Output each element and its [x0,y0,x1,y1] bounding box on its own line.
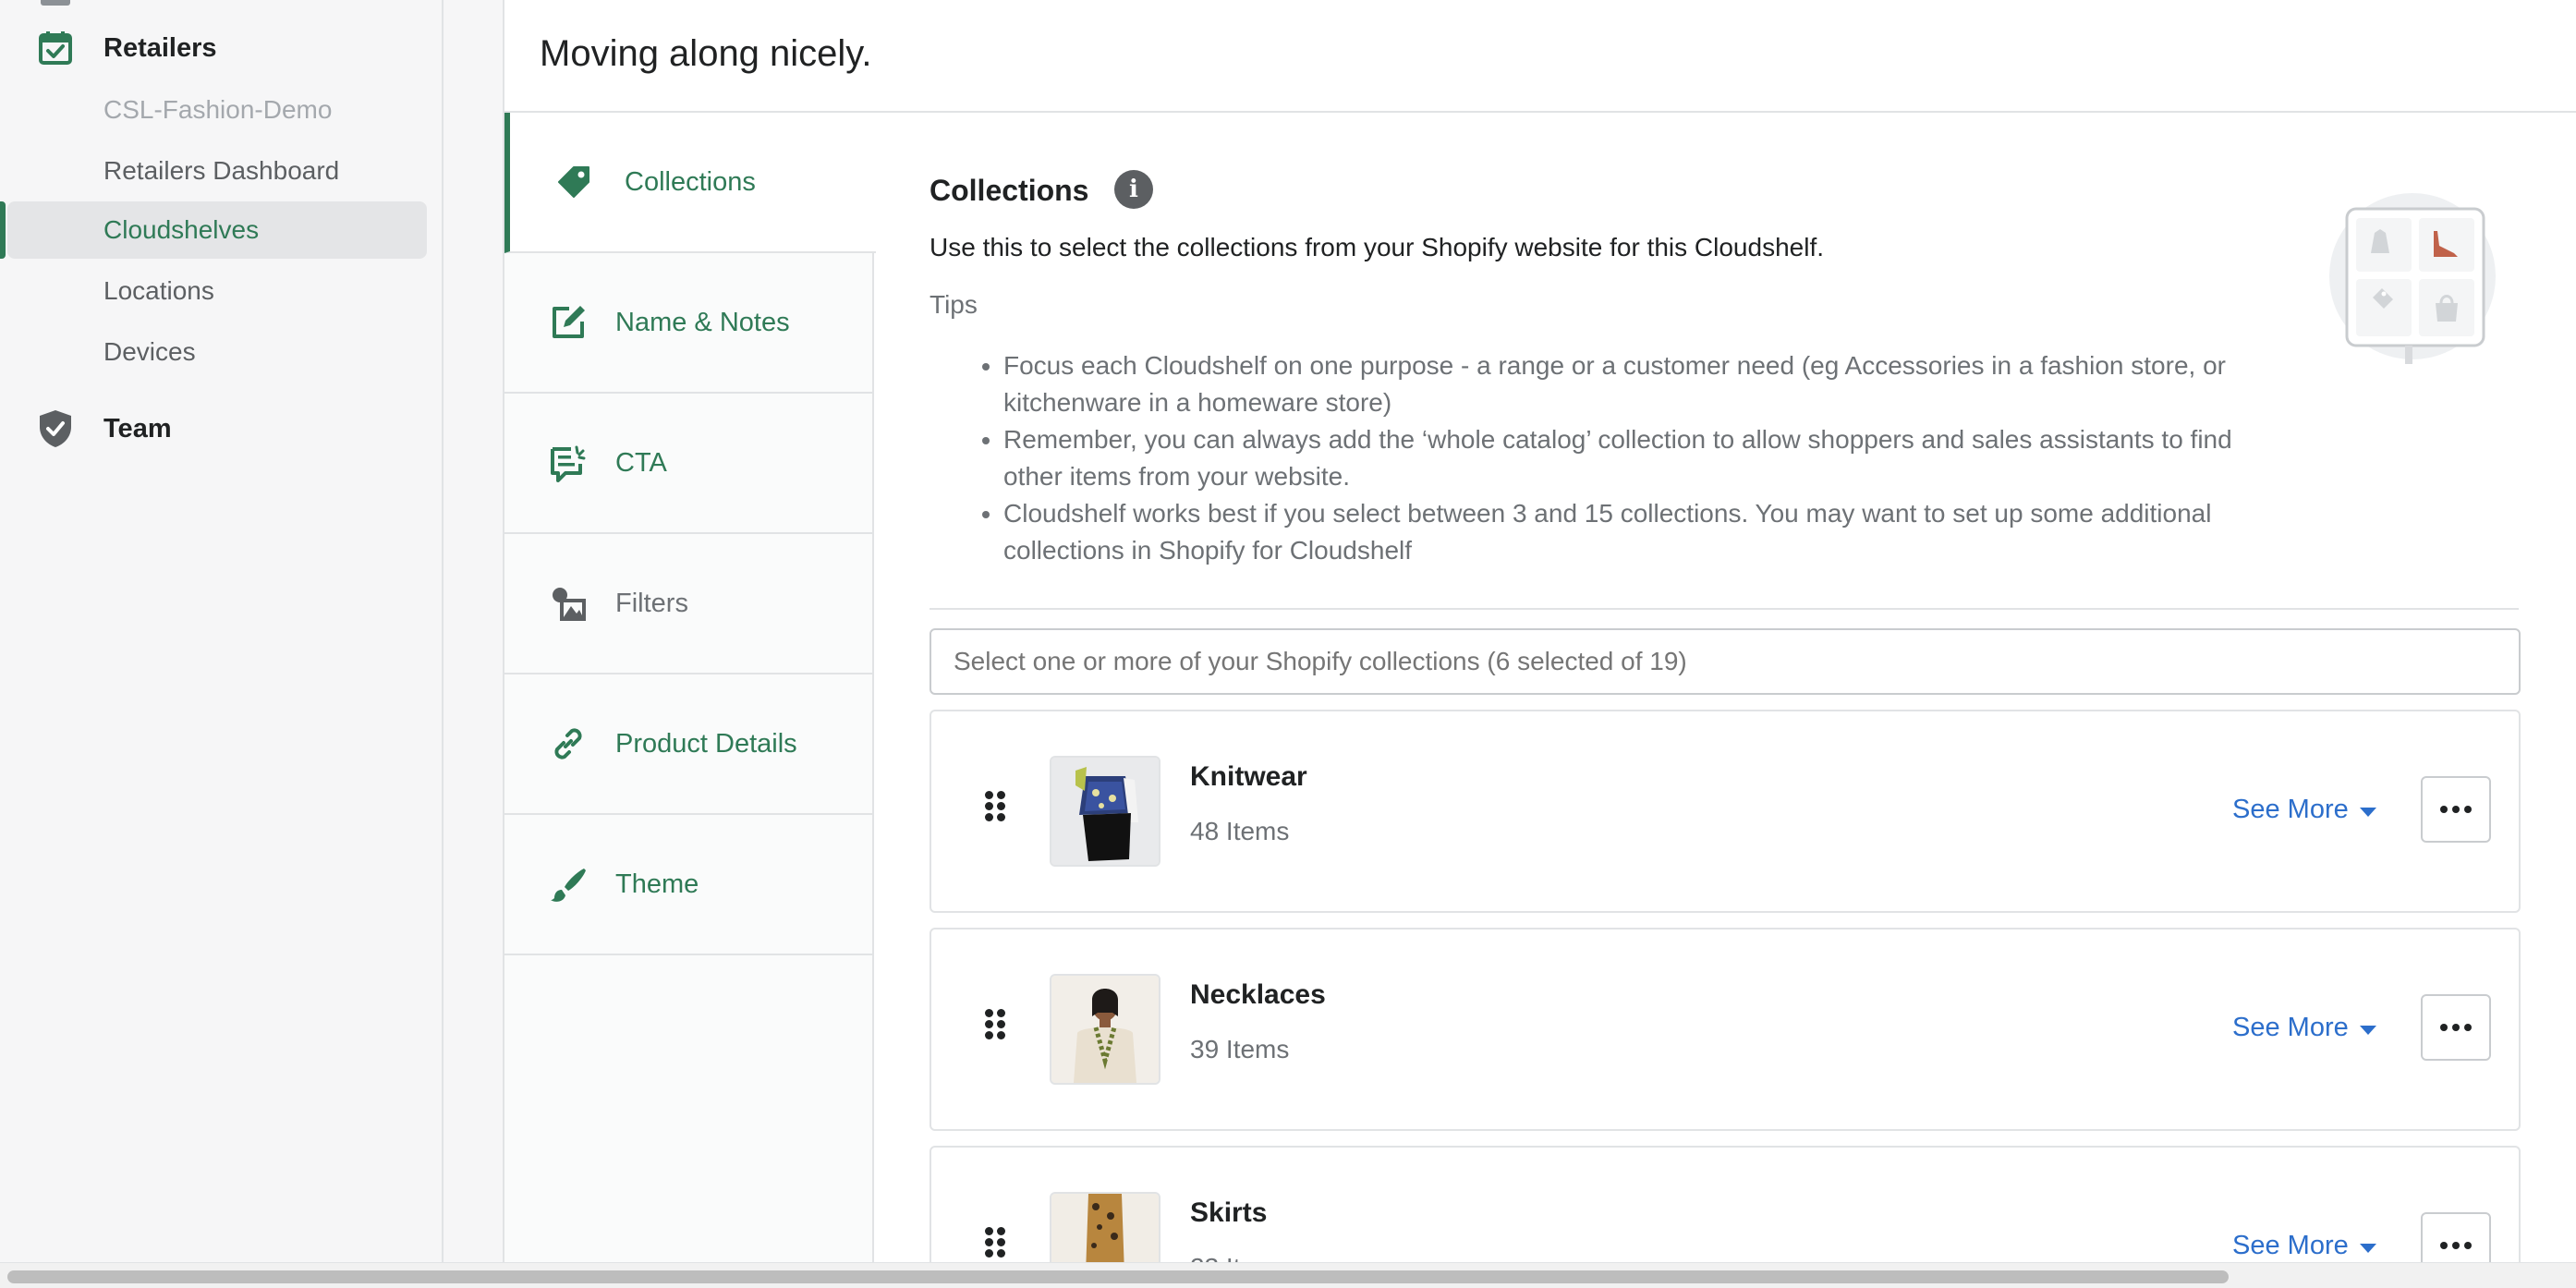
tip-item: Remember, you can always add the ‘whole … [1003,421,2297,495]
collection-count: 39 Items [1190,1035,1290,1063]
tab-label: CTA [615,447,667,478]
sidebar-item-cloudshelves[interactable]: Cloudshelves [103,201,259,259]
page-title: Moving along nicely. [540,33,872,74]
tips-list: Focus each Cloudshelf on one purpose - a… [1003,347,2297,569]
more-actions-button[interactable] [2421,994,2491,1061]
caret-down-icon [2359,1025,2376,1035]
collection-name: Necklaces [1190,979,1326,1010]
sidebar-section-label: Retailers [103,32,217,63]
tab-filters[interactable]: Filters [504,534,874,674]
more-actions-button[interactable] [2421,776,2491,843]
tip-item: Focus each Cloudshelf on one purpose - a… [1003,347,2297,421]
sidebar-top-icon-edge [41,0,70,6]
sidebar-section-team[interactable]: Team [0,401,444,456]
editor-tabs: Collections Name & Notes CTA Filters Pro… [504,113,876,1288]
sidebar-section-retailers[interactable]: Retailers [0,20,444,76]
section-title: Collections [930,174,1089,207]
tab-cta[interactable]: CTA [504,394,874,534]
tab-name-notes[interactable]: Name & Notes [504,253,874,394]
drag-handle-icon[interactable] [985,1009,1005,1040]
sidebar-active-indicator [0,201,6,259]
tab-label: Theme [615,869,699,899]
collection-name: Knitwear [1190,761,1307,792]
drag-handle-icon[interactable] [985,791,1005,822]
drag-handle-icon[interactable] [985,1227,1005,1258]
collection-row: Necklaces 39 Items See More [930,928,2521,1131]
image-filter-icon [547,582,589,625]
tab-theme[interactable]: Theme [504,815,874,955]
see-more-button[interactable]: See More [2232,795,2376,825]
horizontal-scrollbar[interactable] [0,1262,2576,1288]
collections-select-input[interactable] [930,628,2521,695]
see-more-button[interactable]: See More [2232,1013,2376,1043]
sidebar-section-label: Team [103,413,172,444]
section-description: Use this to select the collections from … [930,233,1824,261]
scrollbar-thumb[interactable] [7,1270,2229,1283]
edit-icon [547,301,589,344]
cloudshelf-illustration [2315,188,2509,383]
sidebar-item-devices[interactable]: Devices [103,323,196,381]
tips-heading: Tips [930,290,978,319]
collection-thumbnail [1050,756,1160,867]
caret-down-icon [2359,807,2376,817]
calendar-check-icon [35,28,76,68]
see-more-label: See More [2232,795,2349,824]
sidebar-item-csl-fashion-demo[interactable]: CSL-Fashion-Demo [103,81,332,139]
see-more-label: See More [2232,1013,2349,1042]
tag-icon [553,161,595,203]
collection-row: Knitwear 48 Items See More [930,710,2521,913]
cloudshelf-editor-card: Moving along nicely. Collections Name & … [503,0,2576,1288]
section-divider [930,608,2519,610]
caret-down-icon [2359,1243,2376,1253]
tab-label: Product Details [615,728,797,759]
see-more-label: See More [2232,1231,2349,1260]
collection-count: 48 Items [1190,817,1290,845]
tab-label: Filters [615,588,688,618]
card-header: Moving along nicely. [504,0,2576,113]
tab-label: Name & Notes [615,307,790,337]
collection-thumbnail [1050,974,1160,1085]
tab-label: Collections [625,166,756,197]
sidebar: Retailers CSL-Fashion-Demo Retailers Das… [0,0,444,1288]
see-more-button[interactable]: See More [2232,1231,2376,1261]
tip-item: Cloudshelf works best if you select betw… [1003,495,2297,569]
brush-icon [547,863,589,905]
shield-icon [35,408,76,449]
tab-product-details[interactable]: Product Details [504,674,874,815]
chat-icon [547,442,589,484]
sidebar-item-locations[interactable]: Locations [103,262,214,320]
collection-name: Skirts [1190,1197,1268,1228]
info-icon[interactable]: i [1114,170,1153,209]
link-icon [547,723,589,765]
collections-panel: Collections i Use this to select the col… [930,113,2522,1288]
tab-collections[interactable]: Collections [504,113,876,253]
sidebar-item-retailers-dashboard[interactable]: Retailers Dashboard [103,142,339,200]
